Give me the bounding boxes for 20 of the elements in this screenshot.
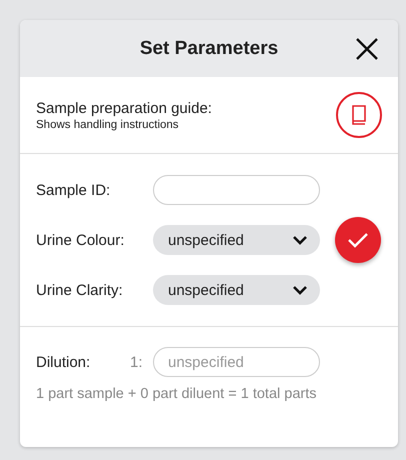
chevron-down-icon — [292, 285, 308, 295]
guide-title: Sample preparation guide: — [36, 100, 212, 116]
book-button[interactable] — [336, 92, 382, 138]
dilution-summary: 1 part sample + 0 part diluent = 1 total parts — [36, 386, 318, 402]
dilution-field[interactable]: unspecified — [153, 347, 320, 377]
sample-id-field[interactable] — [153, 175, 320, 205]
field-label: Urine Colour: — [36, 232, 126, 248]
dilution-label: Dilution: — [36, 354, 92, 370]
dropdown[interactable]: unspecified — [153, 275, 320, 305]
book-icon — [350, 104, 368, 126]
close-icon[interactable] — [354, 36, 380, 62]
dialog-title: Set Parameters — [140, 38, 278, 60]
guide-subtitle: Shows handling instructions — [36, 118, 180, 130]
confirm-button[interactable] — [335, 217, 381, 263]
field-label: Urine Clarity: — [36, 282, 124, 298]
ratio-prefix: 1: — [130, 354, 144, 370]
field-label: Sample ID: — [36, 182, 112, 198]
chevron-down-icon — [292, 235, 308, 245]
checkmark-icon — [347, 232, 369, 248]
dropdown[interactable]: unspecified — [153, 225, 320, 255]
